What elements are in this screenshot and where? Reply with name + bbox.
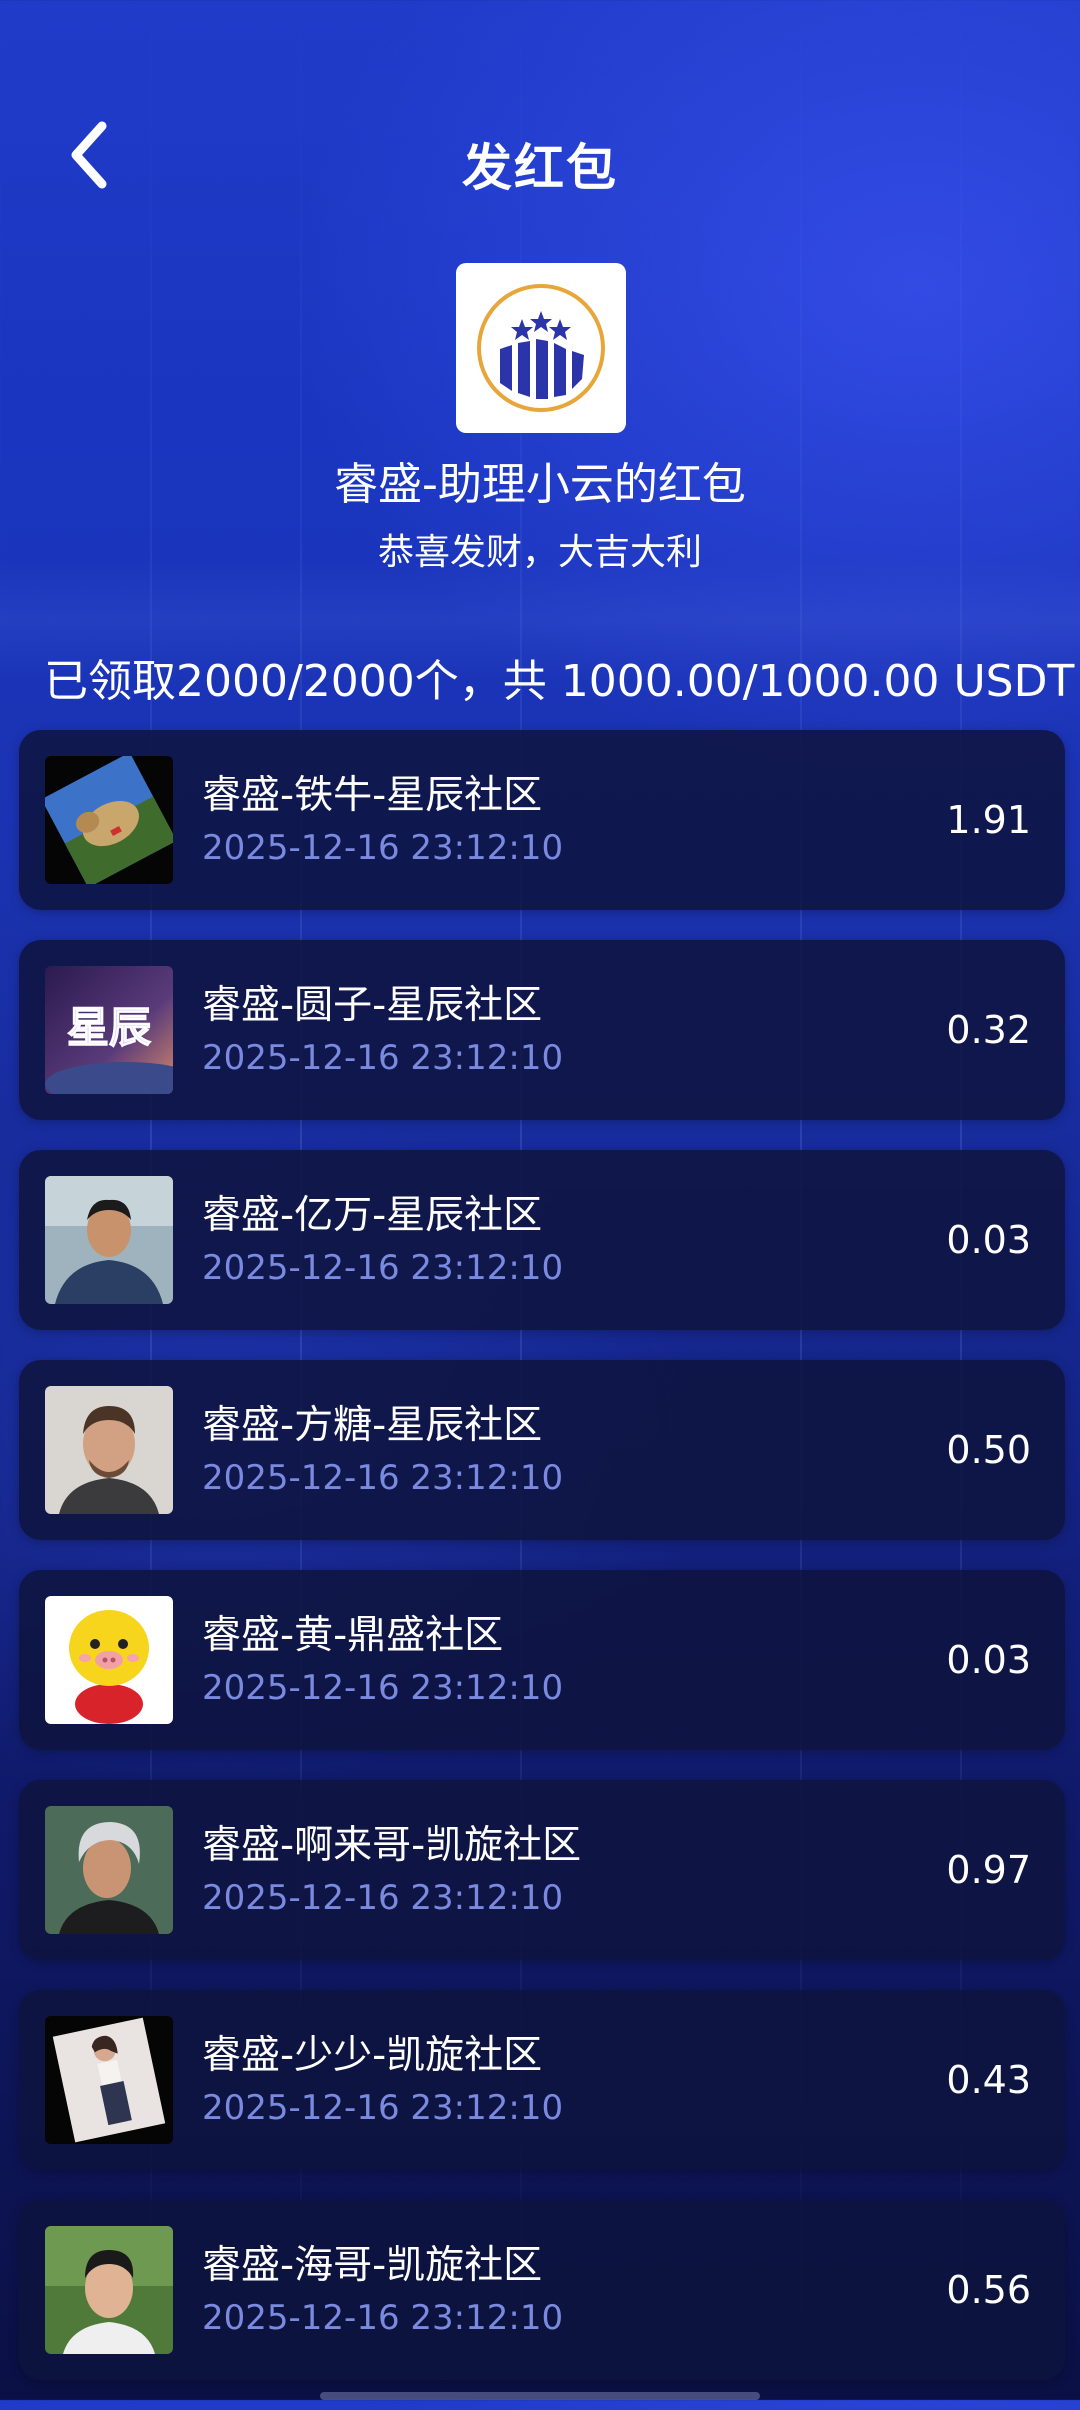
avatar: [45, 1806, 173, 1934]
list-item[interactable]: 睿盛-铁牛-星辰社区 2025-12-16 23:12:10 1.91: [19, 730, 1065, 910]
list-item[interactable]: 睿盛-黄-鼎盛社区 2025-12-16 23:12:10 0.03: [19, 1570, 1065, 1750]
claim-time: 2025-12-16 23:12:10: [202, 1038, 564, 1078]
man-portrait-photo-icon: [45, 1386, 173, 1514]
claim-time: 2025-12-16 23:12:10: [202, 1458, 564, 1498]
avatar: [45, 2226, 173, 2354]
claimer-name: 睿盛-少少-凯旋社区: [202, 2033, 543, 2078]
avatar: 星辰: [45, 966, 173, 1094]
avatar: [45, 2016, 173, 2144]
claim-summary: 已领取2000/2000个，共 1000.00/1000.00 USDT: [44, 656, 1075, 707]
page-title: 发红包: [462, 139, 618, 197]
claim-amount: 1.91: [946, 798, 1031, 842]
claim-amount: 0.03: [946, 1218, 1031, 1262]
yellow-pig-toy-icon: [45, 1596, 173, 1724]
list-item[interactable]: 睿盛-啊来哥-凯旋社区 2025-12-16 23:12:10 0.97: [19, 1780, 1065, 1960]
home-indicator[interactable]: [320, 2392, 760, 2400]
list-item[interactable]: 睿盛-亿万-星辰社区 2025-12-16 23:12:10 0.03: [19, 1150, 1065, 1330]
rise-logo-icon: [477, 284, 605, 412]
claim-amount: 0.50: [946, 1428, 1031, 1472]
dog-photo-icon: [45, 756, 173, 884]
star-text-art-icon: 星辰: [45, 966, 173, 1094]
blessing-text: 恭喜发财，大吉大利: [377, 532, 702, 573]
man-outdoor-photo-icon: [45, 1176, 173, 1304]
avatar: [45, 1176, 173, 1304]
claim-time: 2025-12-16 23:12:10: [202, 828, 564, 868]
claimer-name: 睿盛-啊来哥-凯旋社区: [202, 1823, 582, 1868]
list-item[interactable]: 星辰 睿盛-圆子-星辰社区 2025-12-16 23:12:10 0.32: [19, 940, 1065, 1120]
claim-amount: 0.43: [946, 2058, 1031, 2102]
claim-time: 2025-12-16 23:12:10: [202, 1878, 564, 1918]
claimer-name: 睿盛-海哥-凯旋社区: [202, 2243, 543, 2288]
claimer-name: 睿盛-亿万-星辰社区: [202, 1193, 543, 1238]
claim-time: 2025-12-16 23:12:10: [202, 2088, 564, 2128]
avatar: [45, 1386, 173, 1514]
claim-amount: 0.97: [946, 1848, 1031, 1892]
list-item[interactable]: 睿盛-方糖-星辰社区 2025-12-16 23:12:10 0.50: [19, 1360, 1065, 1540]
claimer-name: 睿盛-圆子-星辰社区: [202, 983, 543, 1028]
claimer-name: 睿盛-方糖-星辰社区: [202, 1403, 543, 1448]
avatar: [45, 756, 173, 884]
claimer-name: 睿盛-铁牛-星辰社区: [202, 773, 543, 818]
claim-amount: 0.56: [946, 2268, 1031, 2312]
top-bar: 发红包: [0, 110, 1080, 210]
list-item[interactable]: 睿盛-少少-凯旋社区 2025-12-16 23:12:10 0.43: [19, 1990, 1065, 2170]
claim-amount: 0.03: [946, 1638, 1031, 1682]
sender-logo: [456, 263, 626, 433]
avatar: [45, 1596, 173, 1724]
woman-photo-icon: [45, 2016, 173, 2144]
silver-hair-man-photo-icon: [45, 1806, 173, 1934]
svg-text:星辰: 星辰: [67, 1003, 151, 1052]
claim-time: 2025-12-16 23:12:10: [202, 2298, 564, 2338]
claim-amount: 0.32: [946, 1008, 1031, 1052]
sender-name: 睿盛-助理小云的红包: [334, 459, 746, 510]
claim-time: 2025-12-16 23:12:10: [202, 1668, 564, 1708]
claim-time: 2025-12-16 23:12:10: [202, 1248, 564, 1288]
list-item[interactable]: 睿盛-海哥-凯旋社区 2025-12-16 23:12:10 0.56: [19, 2200, 1065, 2380]
claimer-name: 睿盛-黄-鼎盛社区: [202, 1613, 504, 1658]
young-man-photo-icon: [45, 2226, 173, 2354]
claim-list: 睿盛-铁牛-星辰社区 2025-12-16 23:12:10 1.91 星辰 睿…: [19, 730, 1065, 2410]
